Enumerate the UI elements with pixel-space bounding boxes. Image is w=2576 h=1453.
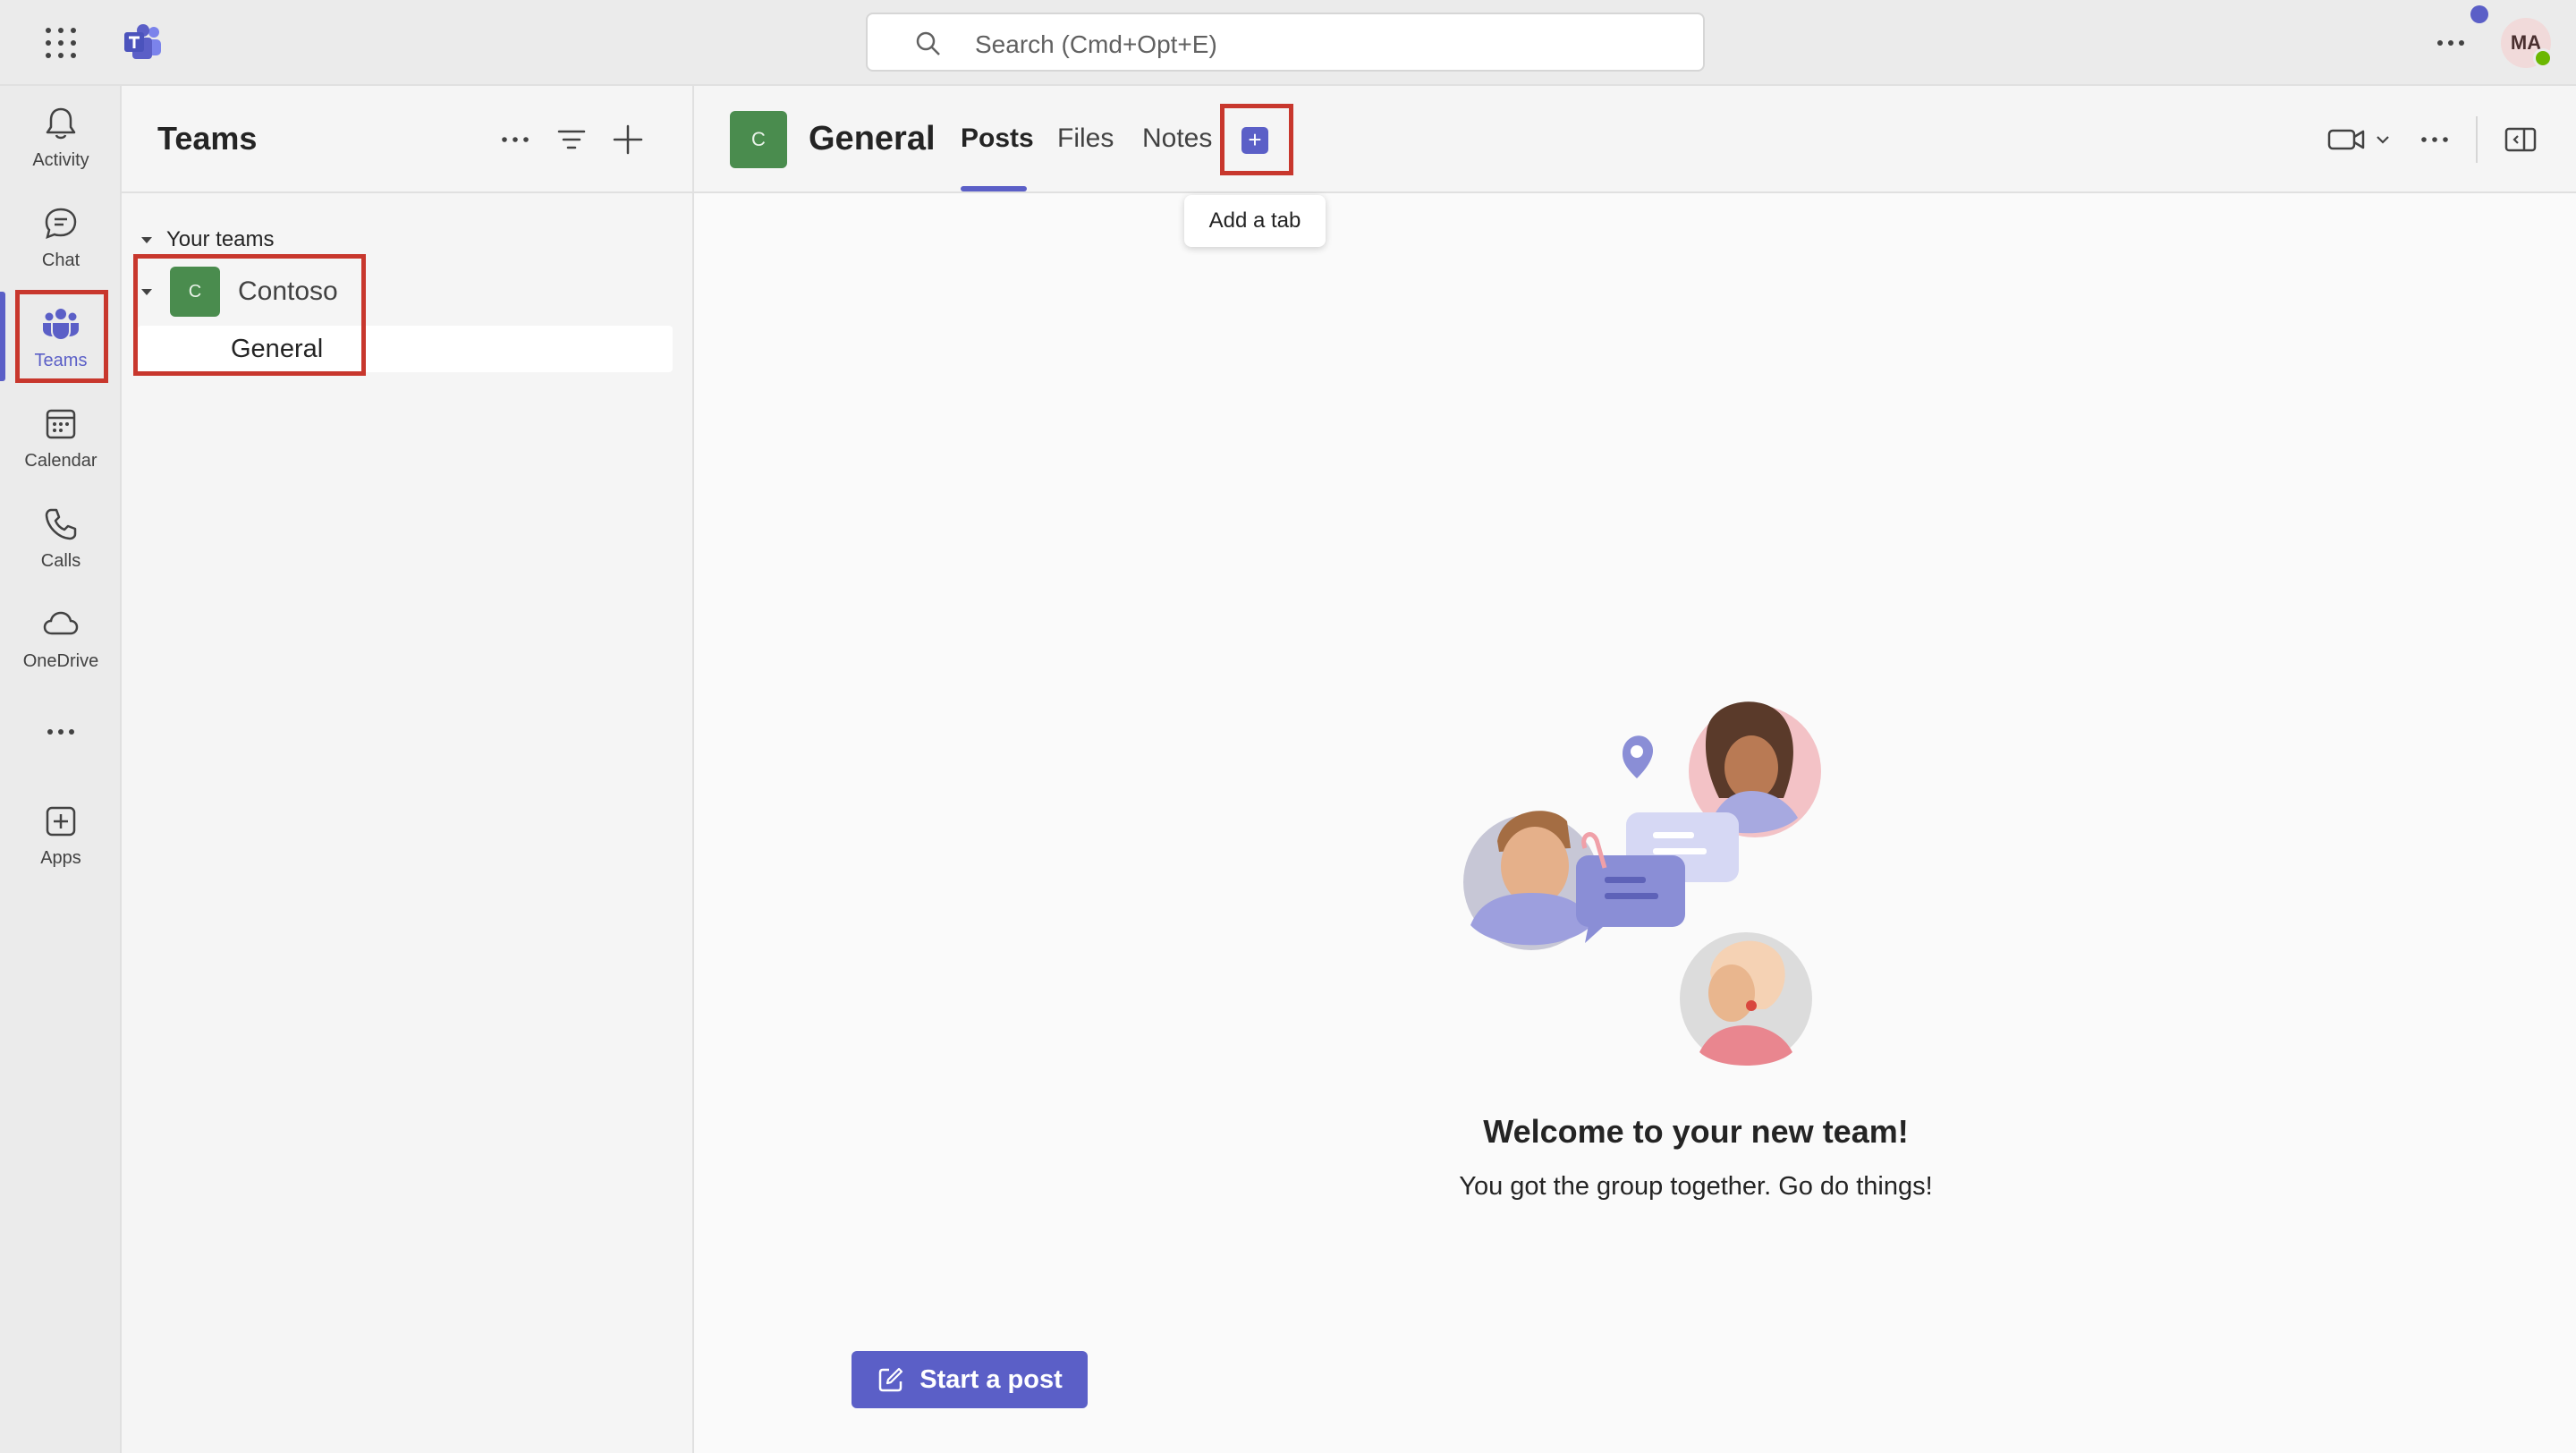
caret-down-icon (141, 237, 152, 243)
more-icon (47, 729, 74, 735)
rail-item-calls[interactable]: Calls (0, 492, 122, 585)
chat-icon (45, 208, 77, 240)
active-tab-indicator (961, 186, 1027, 191)
teams-app-window: Search (Cmd+Opt+E) MA Activity Chat Team… (0, 0, 2576, 1453)
tab-posts[interactable]: Posts (961, 123, 1034, 154)
channel-main-area: C General Posts Files Notes + Add a tab … (694, 86, 2576, 1453)
team-name: Contoso (238, 276, 338, 306)
rail-label: Calendar (24, 451, 97, 471)
search-icon (916, 31, 940, 55)
rail-item-calendar[interactable]: Calendar (0, 392, 122, 485)
welcome-subtitle: You got the group together. Go do things… (1459, 1172, 1933, 1201)
add-tab-button[interactable]: + (1241, 127, 1268, 154)
more-options-icon[interactable] (2417, 122, 2453, 157)
section-label: Your teams (166, 227, 275, 251)
video-call-icon[interactable] (2326, 122, 2368, 157)
channel-team-avatar: C (730, 111, 787, 168)
caret-down-icon (141, 289, 152, 295)
channel-item-general[interactable]: General (138, 326, 673, 372)
add-tab-tooltip: Add a tab (1184, 195, 1326, 247)
channel-name: General (231, 335, 324, 363)
search-bar[interactable]: Search (Cmd+Opt+E) (866, 13, 1705, 72)
rail-item-activity[interactable]: Activity (0, 91, 122, 184)
rail-label: OneDrive (22, 651, 99, 671)
presence-available-icon (2533, 48, 2553, 68)
more-options-icon[interactable] (497, 122, 533, 157)
add-app-icon (46, 806, 76, 837)
rail-item-more[interactable] (0, 700, 122, 762)
teams-logo-icon (124, 24, 161, 59)
team-item-contoso[interactable]: C Contoso (138, 265, 674, 319)
rail-item-chat[interactable]: Chat (0, 191, 122, 285)
teams-list-pane: Teams Your teams C Contoso General (122, 86, 694, 1453)
rail-label: Chat (41, 251, 80, 270)
rail-item-onedrive[interactable]: OneDrive (0, 592, 122, 685)
calendar-icon (46, 409, 76, 439)
tab-files[interactable]: Files (1057, 123, 1114, 154)
open-side-panel-icon[interactable] (2503, 122, 2538, 157)
chevron-down-icon[interactable] (2372, 122, 2394, 157)
bell-icon (46, 107, 76, 140)
title-bar: Search (Cmd+Opt+E) MA (0, 0, 2576, 86)
rail-item-teams[interactable]: Teams (0, 292, 122, 385)
rail-item-apps[interactable]: Apps (0, 789, 122, 882)
start-post-label: Start a post (919, 1364, 1063, 1394)
app-rail: Activity Chat Teams Calendar Calls OneDr… (0, 86, 122, 1453)
channel-title: General (809, 120, 936, 157)
add-icon[interactable] (610, 122, 646, 157)
welcome-team-illustration-icon (1463, 701, 1821, 1066)
channel-header: C General Posts Files Notes + (694, 86, 2576, 193)
rail-label: Apps (40, 848, 81, 868)
tab-notes[interactable]: Notes (1142, 123, 1212, 154)
teams-list-header: Teams (122, 86, 694, 193)
start-post-button[interactable]: Start a post (852, 1351, 1088, 1408)
teams-icon (43, 309, 79, 339)
team-avatar: C (170, 267, 220, 317)
search-placeholder: Search (Cmd+Opt+E) (975, 30, 1217, 58)
phone-icon (45, 508, 77, 540)
rail-label: Teams (34, 351, 88, 370)
your-teams-section[interactable]: Your teams (138, 224, 275, 256)
header-divider (2476, 116, 2478, 163)
compose-icon (878, 1367, 903, 1392)
teams-pane-title: Teams (157, 120, 258, 157)
notification-dot (2470, 5, 2488, 23)
app-launcher-icon[interactable] (45, 27, 77, 59)
welcome-title: Welcome to your new team! (1483, 1113, 1909, 1150)
more-options-icon[interactable] (2433, 25, 2469, 61)
rail-label: Activity (32, 150, 89, 170)
rail-label: Calls (40, 551, 81, 571)
filter-icon[interactable] (554, 122, 589, 157)
cloud-icon (43, 611, 79, 635)
